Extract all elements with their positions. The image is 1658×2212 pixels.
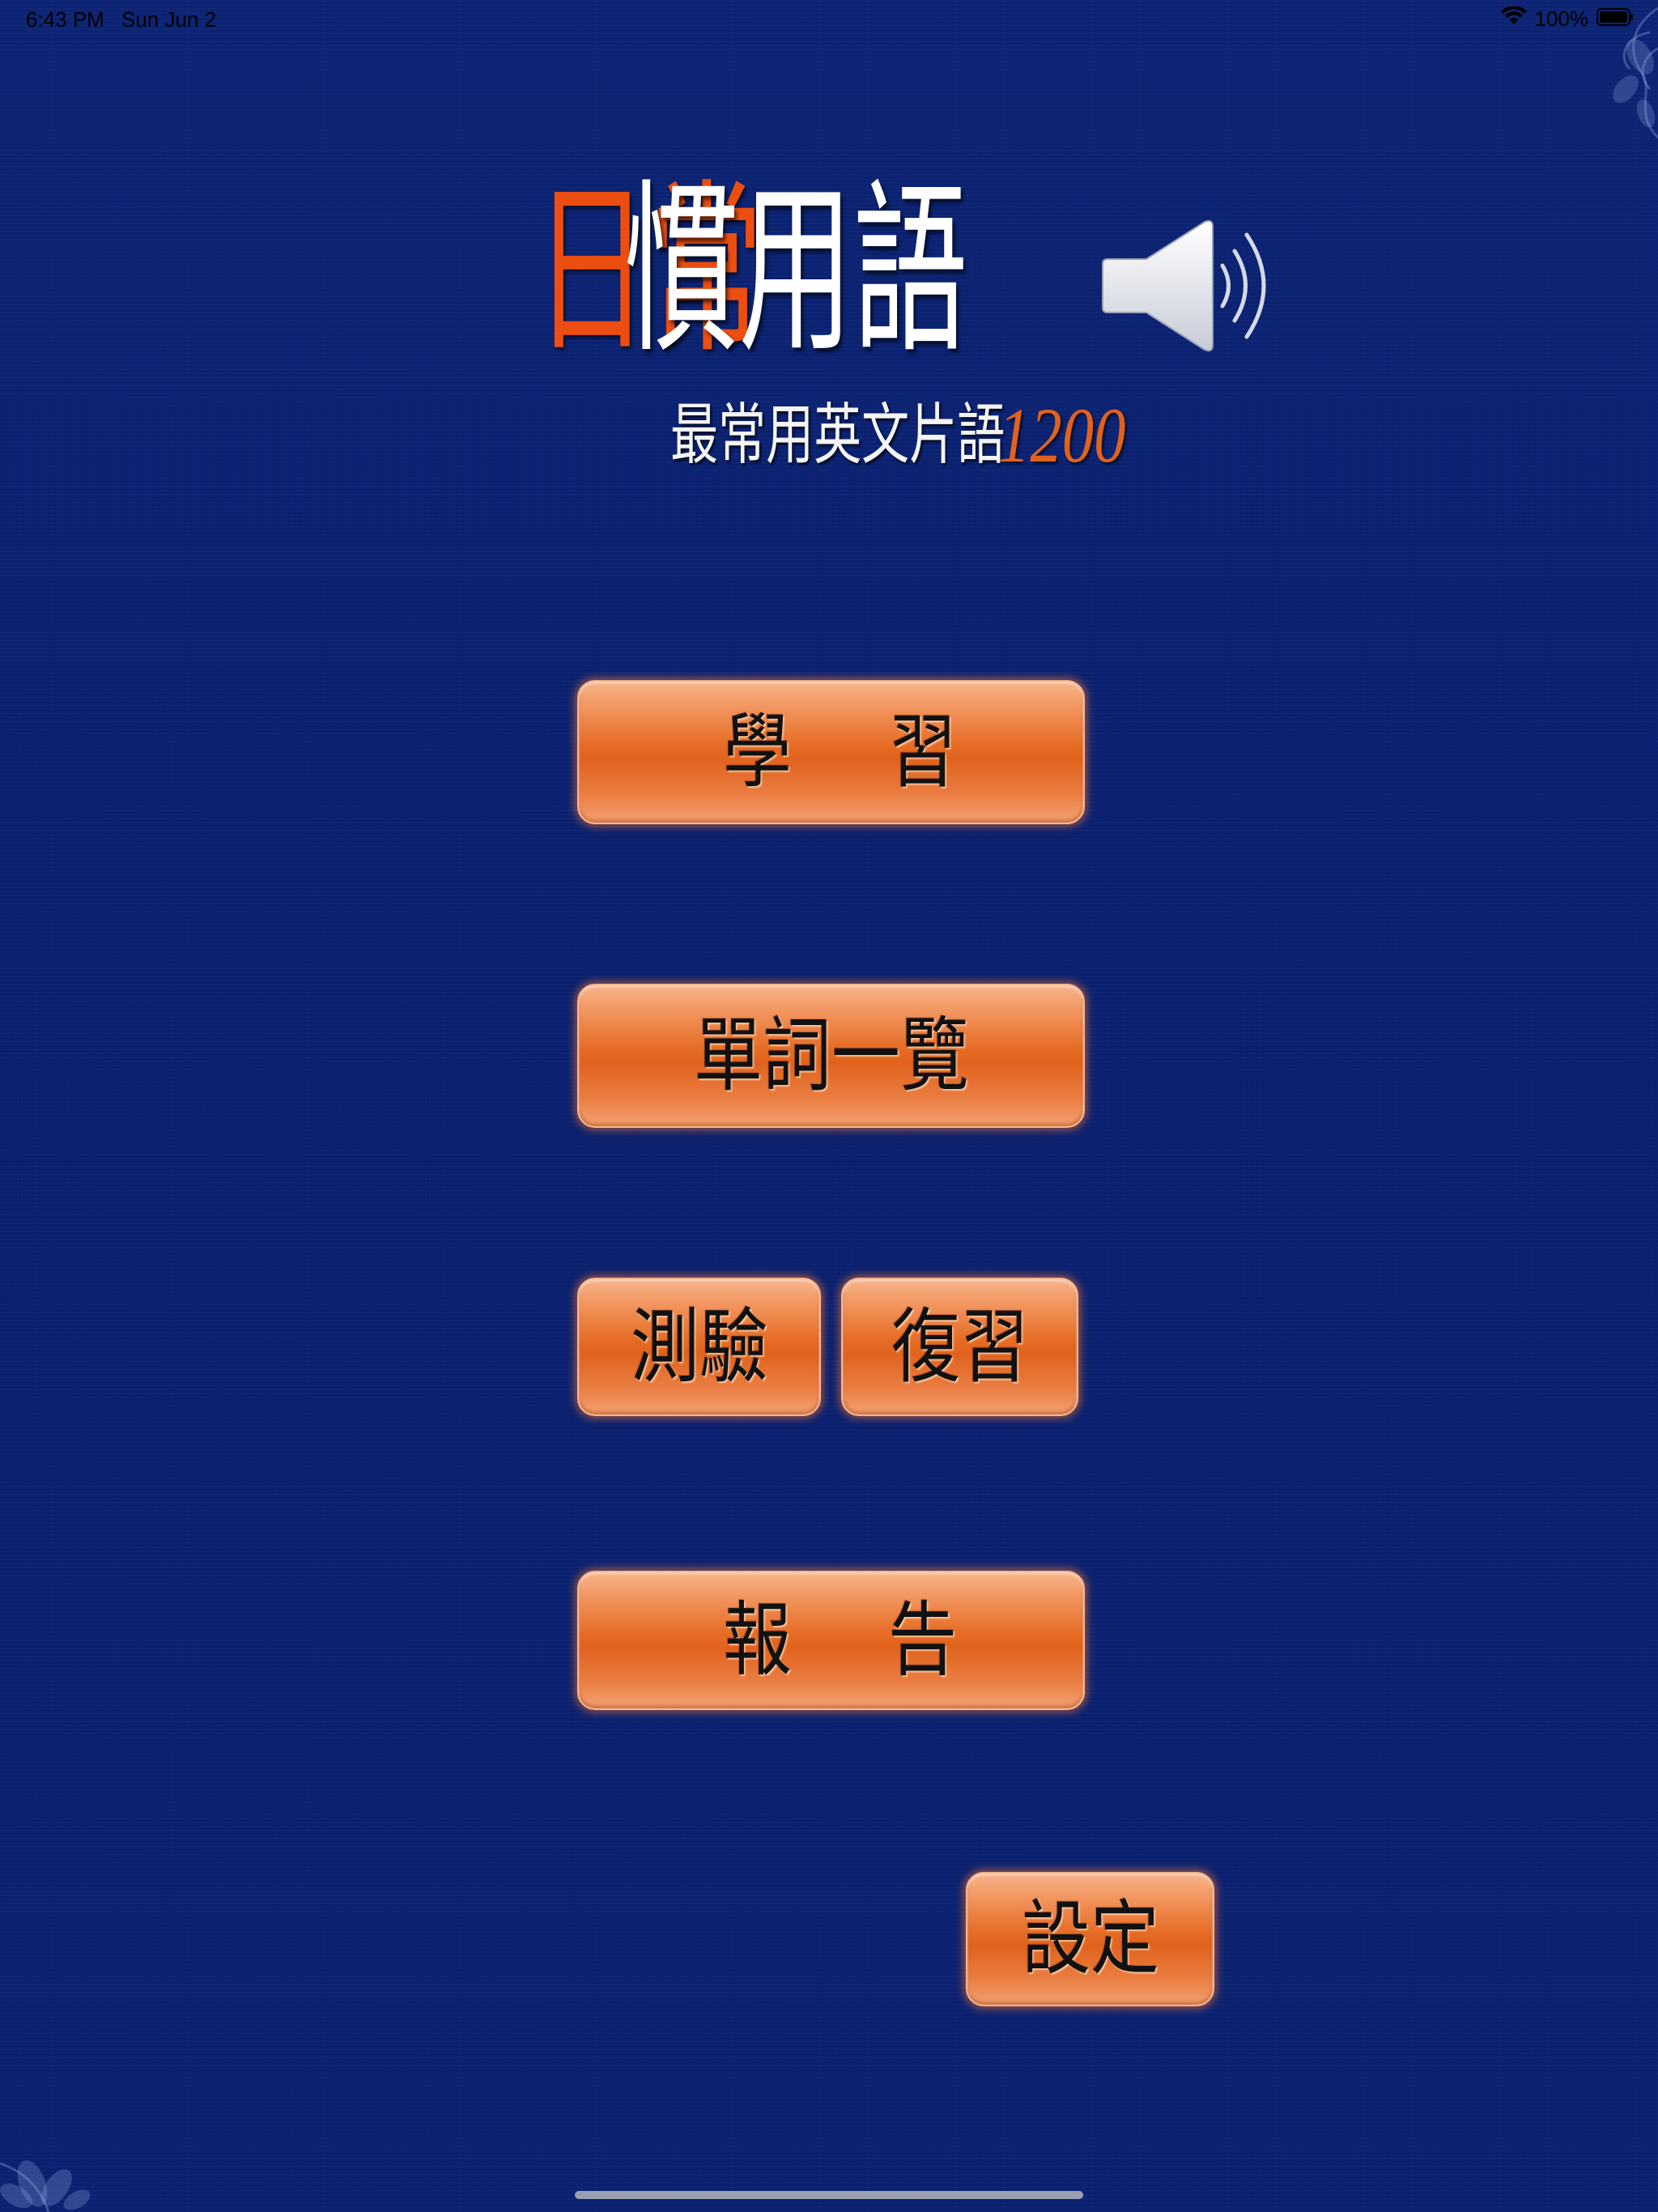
decorative-flourish-bottom-left [0,2160,91,2212]
word-list-button-label: 單詞一覽 [693,1008,969,1103]
wifi-icon [1500,6,1527,32]
status-date: Sun Jun 2 [121,7,217,32]
learn-button-label: 學習 [722,704,1053,799]
status-bar: 6:43 PM Sun Jun 2 100% [0,0,1658,39]
settings-button-label: 設定 [1021,1891,1159,1986]
home-indicator[interactable] [575,2191,1083,2199]
review-button[interactable]: 復習 [841,1278,1078,1416]
report-button[interactable]: 報告 [577,1571,1085,1710]
review-button-label: 復習 [891,1299,1029,1394]
learn-button[interactable]: 學習 [577,680,1085,824]
report-button-label: 報告 [722,1593,1053,1687]
title-white-part: 慣用語 [624,163,968,378]
app-title: 日常 慣用語 [534,152,1178,363]
decorative-flourish-top-right [1613,6,1658,139]
subtitle-number: 1200 [998,392,1126,479]
test-button[interactable]: 測驗 [577,1278,821,1416]
word-list-button[interactable]: 單詞一覽 [577,984,1085,1128]
subtitle-text: 最常用英文片語 [670,397,1005,474]
speaker-icon[interactable] [1101,217,1279,355]
test-button-label: 測驗 [630,1299,768,1394]
status-time: 6:43 PM [26,7,104,32]
settings-button[interactable]: 設定 [966,1872,1214,2006]
app-subtitle: 最常用英文片語 1200 [670,381,1135,479]
